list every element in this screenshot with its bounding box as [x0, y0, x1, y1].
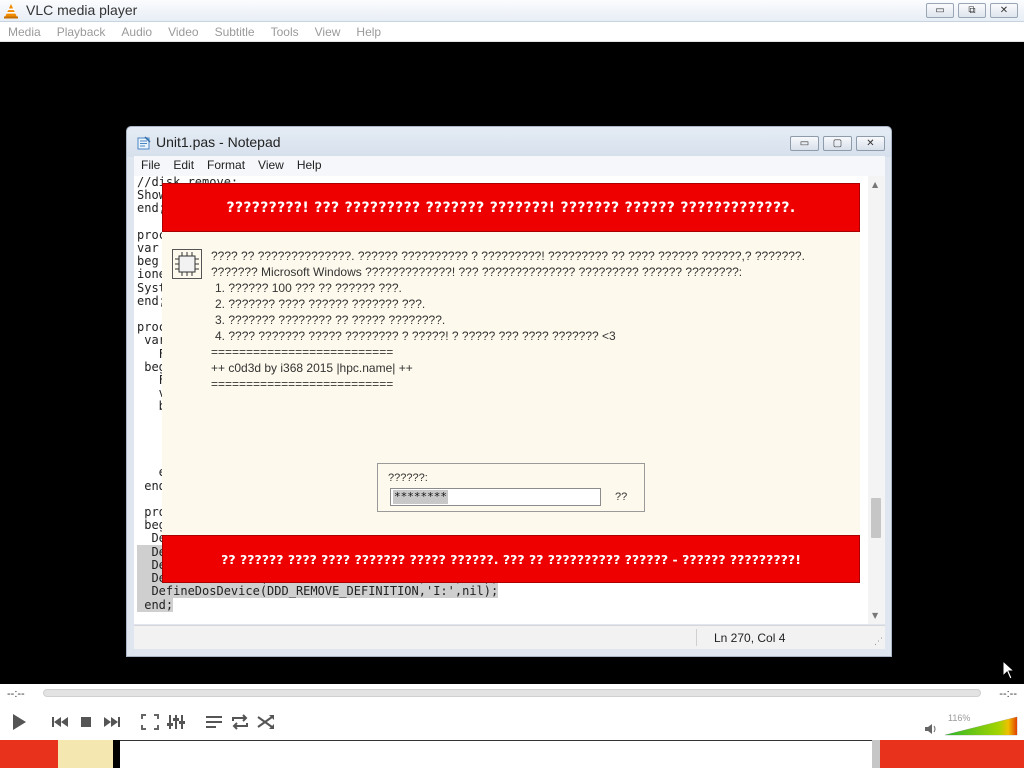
stop-icon	[81, 717, 91, 727]
playback-controls: 116%	[0, 706, 1024, 740]
ransom-signature: ++ c0d3d by i368 2015 |hpc.name| ++	[211, 361, 413, 375]
total-time: --:--	[999, 688, 1017, 700]
menu-view[interactable]: View	[307, 22, 349, 41]
menu-help[interactable]: Help	[348, 22, 389, 41]
code-line: end;	[137, 597, 174, 612]
play-button[interactable]	[5, 710, 31, 734]
vlc-title-bar: VLC media player ▭ ⧉ ✕	[0, 0, 1024, 22]
previous-button[interactable]	[47, 710, 73, 734]
ransom-step: 4. ???? ??????? ????? ???????? ? ?????! …	[215, 329, 616, 343]
menu-video[interactable]: Video	[160, 22, 206, 41]
ransom-line: ???? ?? ??????????????. ?????? ?????????…	[211, 249, 805, 263]
chip-icon	[172, 249, 202, 279]
password-panel: ??????: ******** ??	[377, 463, 645, 512]
playlist-icon	[206, 716, 222, 728]
restore-button[interactable]: ⧉	[958, 3, 986, 18]
ransom-header-banner: ?????????! ??? ????????? ??????? ???????…	[162, 183, 860, 232]
ransom-separator: ==========================	[211, 377, 394, 391]
fullscreen-icon	[141, 714, 159, 730]
ransom-step: 3. ??????? ???????? ?? ????? ????????.	[215, 313, 446, 327]
scroll-down-icon[interactable]: ▼	[872, 611, 878, 620]
strip-segment	[0, 740, 58, 768]
notepad-menu-bar: File Edit Format View Help	[134, 156, 885, 176]
menu-tools[interactable]: Tools	[263, 22, 307, 41]
menu-subtitle[interactable]: Subtitle	[207, 22, 263, 41]
strip-segment	[58, 740, 113, 768]
ransom-footer-text: ?? ?????? ???? ???? ??????? ????? ??????…	[221, 551, 801, 567]
notepad-scrollbar[interactable]: ▲ ▼	[868, 176, 885, 624]
status-divider	[696, 629, 697, 646]
ransom-separator: ==========================	[211, 345, 394, 359]
notepad-menu-edit[interactable]: Edit	[166, 156, 200, 176]
restore-icon: ⧉	[968, 4, 976, 16]
scroll-up-icon[interactable]: ▲	[872, 180, 878, 189]
password-label: ??????:	[388, 472, 428, 484]
password-input[interactable]: ********	[390, 488, 601, 506]
stop-button[interactable]	[73, 710, 99, 734]
minimize-icon: ▭	[799, 137, 810, 149]
notepad-close-button[interactable]: ✕	[856, 136, 885, 151]
shuffle-icon	[257, 715, 274, 729]
next-icon	[104, 717, 120, 727]
seekbar-area: --:-- --:--	[0, 684, 1024, 706]
volume-slider[interactable]	[944, 714, 1018, 736]
shuffle-button[interactable]	[253, 710, 279, 734]
seek-slider[interactable]	[43, 689, 981, 697]
playlist-button[interactable]	[201, 710, 227, 734]
vlc-window-title: VLC media player	[26, 2, 138, 18]
close-icon: ✕	[999, 4, 1009, 16]
menu-playback[interactable]: Playback	[49, 22, 114, 41]
notepad-menu-format[interactable]: Format	[200, 156, 251, 176]
strip-segment	[872, 740, 880, 768]
strip-segment	[120, 740, 872, 768]
password-submit-button[interactable]: ??	[615, 491, 627, 503]
notepad-maximize-button[interactable]: ▢	[823, 136, 852, 151]
code-line: DefineDosDevice(DDD_REMOVE_DEFINITION,'I…	[137, 584, 499, 599]
equalizer-icon	[167, 715, 185, 729]
notepad-menu-view[interactable]: View	[251, 156, 290, 176]
notepad-icon	[137, 136, 151, 150]
notepad-title: Unit1.pas - Notepad	[156, 134, 281, 150]
extended-settings-button[interactable]	[163, 710, 189, 734]
video-frame-strip	[0, 740, 1024, 768]
ransom-line: ??????? Microsoft Windows ?????????????!…	[211, 265, 743, 279]
play-icon	[13, 714, 26, 730]
ransom-header-text: ?????????! ??? ????????? ??????? ???????…	[226, 199, 796, 216]
vlc-cone-icon	[4, 4, 18, 19]
loop-button[interactable]	[227, 710, 253, 734]
close-button[interactable]: ✕	[990, 3, 1018, 18]
minimize-icon: ▭	[935, 4, 945, 16]
scroll-thumb[interactable]	[871, 498, 881, 538]
strip-segment	[880, 740, 1024, 768]
speaker-icon[interactable]	[924, 722, 938, 736]
notepad-title-bar: Unit1.pas - Notepad ▭ ▢ ✕	[127, 127, 891, 157]
ransom-message: ???? ?? ??????????????. ?????? ?????????…	[211, 248, 805, 392]
minimize-button[interactable]: ▭	[926, 3, 954, 18]
previous-icon	[52, 717, 68, 727]
menu-audio[interactable]: Audio	[113, 22, 160, 41]
cursor-position: Ln 270, Col 4	[714, 631, 786, 645]
mouse-cursor-icon	[1002, 660, 1016, 680]
maximize-icon: ▢	[832, 137, 843, 149]
vlc-menu-bar: Media Playback Audio Video Subtitle Tool…	[0, 22, 1024, 42]
notepad-status-bar: Ln 270, Col 4 ⋰	[134, 625, 885, 649]
resize-grip-icon[interactable]: ⋰	[874, 637, 883, 647]
notepad-menu-help[interactable]: Help	[290, 156, 328, 176]
password-value: ********	[393, 490, 448, 504]
elapsed-time: --:--	[7, 688, 25, 700]
next-button[interactable]	[99, 710, 125, 734]
ransom-window: ?????????! ??? ????????? ??????? ???????…	[162, 183, 860, 583]
menu-media[interactable]: Media	[0, 22, 49, 41]
ransom-step: 2. ??????? ???? ?????? ??????? ???.	[215, 297, 426, 311]
notepad-menu-file[interactable]: File	[134, 156, 166, 176]
loop-icon	[232, 714, 248, 730]
fullscreen-button[interactable]	[137, 710, 163, 734]
notepad-minimize-button[interactable]: ▭	[790, 136, 819, 151]
ransom-step: 1. ?????? 100 ??? ?? ?????? ???.	[215, 281, 402, 295]
ransom-footer-banner: ?? ?????? ???? ???? ??????? ????? ??????…	[162, 535, 860, 583]
close-icon: ✕	[866, 137, 875, 149]
